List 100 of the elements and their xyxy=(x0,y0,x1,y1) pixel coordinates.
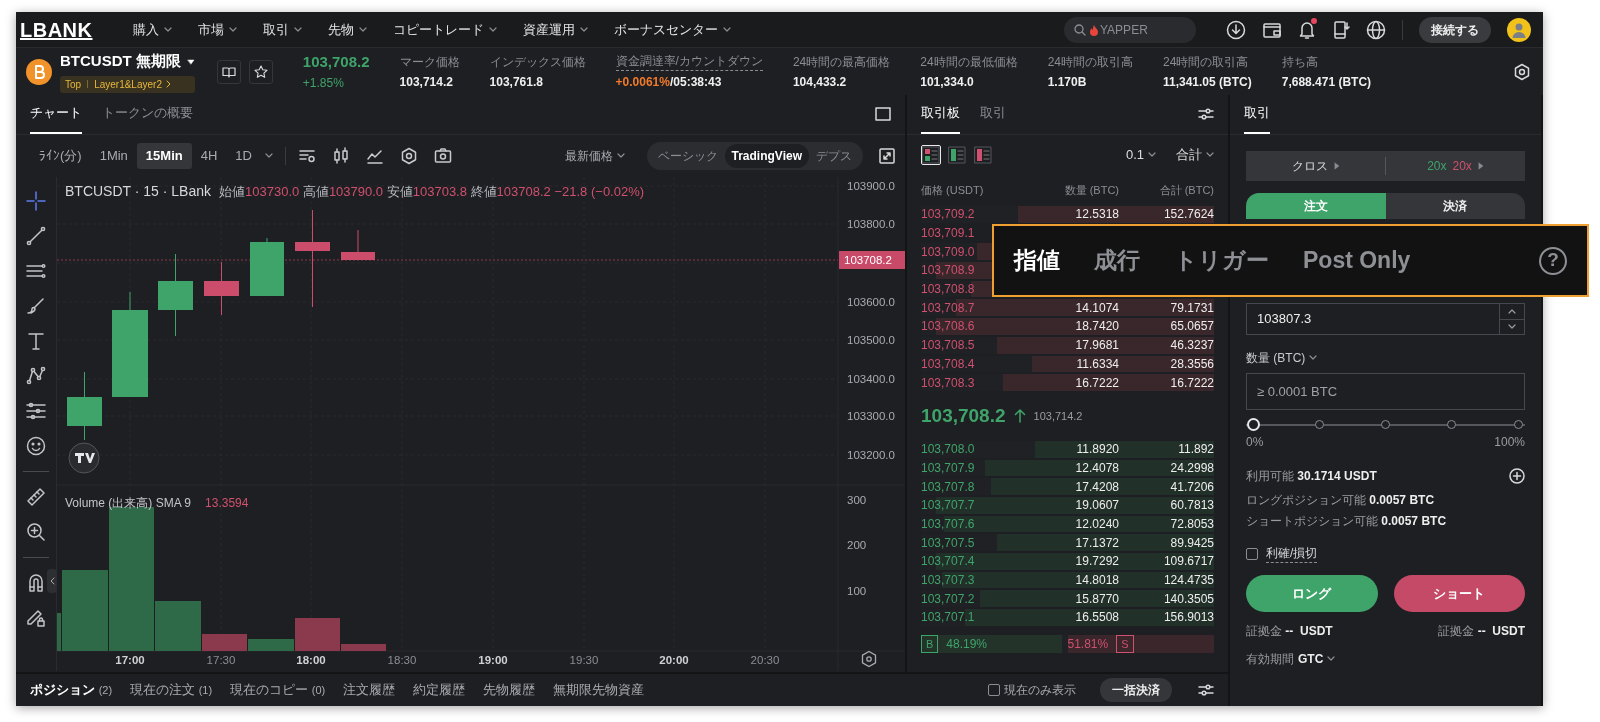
slider-min-label: 0% xyxy=(1246,434,1264,451)
total-mode-dropdown[interactable]: 合計 xyxy=(1170,144,1214,166)
wallet-icon[interactable] xyxy=(1262,20,1282,39)
stat-label: 24時間の取引高 xyxy=(1047,53,1133,71)
sliders-icon[interactable] xyxy=(26,401,46,421)
time-in-force-dropdown[interactable]: 有効期間 GTC xyxy=(1246,650,1336,668)
smiley-icon[interactable] xyxy=(26,436,46,456)
order-type-tab[interactable]: 指値 xyxy=(1014,243,1060,278)
connect-button[interactable]: 接続する xyxy=(1419,16,1491,43)
menu-item[interactable]: 購入 xyxy=(132,19,172,40)
filter-settings-icon[interactable] xyxy=(1198,107,1214,121)
chart-logo-icon[interactable] xyxy=(68,442,100,474)
avatar[interactable] xyxy=(1507,17,1531,42)
price-field[interactable]: 103807.3 xyxy=(1246,303,1499,335)
bottom-tab[interactable]: ポジション (2) xyxy=(30,680,113,700)
interval-tab[interactable]: 4H xyxy=(191,143,227,169)
settings-icon[interactable] xyxy=(1513,62,1531,81)
settings-icon[interactable] xyxy=(861,650,877,668)
search-field[interactable]: YAPPER xyxy=(1064,16,1196,43)
menu-item[interactable]: ボーナスセンター xyxy=(613,19,731,40)
maximize-icon[interactable] xyxy=(875,107,891,121)
view-tab[interactable]: デプス xyxy=(809,144,859,168)
trend-line-icon[interactable] xyxy=(26,226,46,246)
collapse-handle[interactable] xyxy=(47,569,57,593)
fullscreen-icon[interactable] xyxy=(879,148,895,164)
slider-max-label: 100% xyxy=(1494,434,1525,451)
download-icon[interactable] xyxy=(1226,19,1246,40)
panel-tab[interactable]: チャート xyxy=(30,94,82,134)
favorite-button[interactable] xyxy=(248,59,273,84)
ruler-icon[interactable] xyxy=(26,487,46,507)
globe-icon[interactable] xyxy=(1366,19,1386,40)
long-max-info: ロングポジション可能 0.0057 BTC xyxy=(1246,492,1436,509)
bottom-tab[interactable]: 現在の注文 (1) xyxy=(130,680,213,700)
view-tab[interactable]: ベーシック xyxy=(650,144,725,168)
bottom-tab[interactable]: 先物履歴 xyxy=(483,680,536,700)
interval-tab[interactable]: ﾗｲﾝ(分) xyxy=(30,143,91,169)
interval-tab[interactable]: 15Min xyxy=(136,143,192,169)
tag-link[interactable]: Layer1&Layer2 xyxy=(94,76,171,92)
view-tab[interactable]: TradingView xyxy=(724,144,809,168)
stat-label: 24時間の取引高 xyxy=(1163,53,1249,71)
bottom-tab[interactable]: 約定履歴 xyxy=(413,680,466,700)
order-type-tab[interactable]: Post Only xyxy=(1303,243,1411,278)
indicator-icon[interactable] xyxy=(297,147,316,165)
brush-icon[interactable] xyxy=(26,296,46,316)
guide-button[interactable] xyxy=(216,59,241,84)
order-side-tab[interactable]: 決済 xyxy=(1385,193,1525,219)
panel-tab[interactable]: 取引 xyxy=(980,94,1006,134)
symbol-selector[interactable]: BTCUSDT 無期限 xyxy=(60,50,195,73)
crosshair-icon[interactable] xyxy=(26,191,46,211)
quantity-field[interactable]: ≥ 0.0001 BTC xyxy=(1246,373,1525,410)
zoom-in-icon[interactable] xyxy=(26,522,46,542)
precision-dropdown[interactable]: 0.1 xyxy=(1119,144,1162,166)
slider-thumb[interactable] xyxy=(1246,418,1260,431)
order-type-tab[interactable]: トリガー xyxy=(1174,243,1269,278)
price-source-dropdown[interactable]: 最新価格 xyxy=(558,146,631,166)
pencil-lock-icon[interactable] xyxy=(26,608,46,628)
quantity-cell-text: 12.4078 xyxy=(1074,459,1119,477)
menu-item[interactable]: 資産運用 xyxy=(522,19,588,40)
checkbox[interactable] xyxy=(988,684,1000,696)
pattern-icon[interactable] xyxy=(26,366,46,386)
text-icon[interactable] xyxy=(26,331,46,351)
bottom-tab[interactable]: 無期限先物資産 xyxy=(553,680,645,700)
checkbox-label: 現在のみ表示 xyxy=(1004,682,1076,699)
buy-badge: B xyxy=(921,634,939,653)
menu-item[interactable]: コピートレード xyxy=(392,19,497,40)
candlestick-icon[interactable] xyxy=(331,147,350,165)
leverage-button[interactable]: 20x 20x xyxy=(1386,156,1525,176)
quantity-unit-dropdown[interactable]: 数量 (BTC) xyxy=(1246,349,1318,367)
short-button[interactable]: ショート xyxy=(1393,575,1525,612)
line-chart-icon[interactable] xyxy=(365,147,384,165)
camera-icon[interactable] xyxy=(433,147,452,165)
total-cell-text: 79.1731 xyxy=(1169,299,1214,317)
filter-settings-icon[interactable] xyxy=(1198,683,1214,697)
phone-download-icon[interactable] xyxy=(1332,19,1350,40)
logo[interactable]: LBANK xyxy=(20,14,93,45)
star-icon xyxy=(253,64,268,79)
price-axis-label: 103500.0 xyxy=(847,334,895,346)
slider-tick xyxy=(1314,420,1324,429)
menu-item[interactable]: 市場 xyxy=(197,19,237,40)
mark-price: 103,714.2 xyxy=(1033,408,1083,424)
panel-tab[interactable]: 取引 xyxy=(1244,94,1270,134)
menu-item[interactable]: 先物 xyxy=(327,19,367,40)
help-button[interactable]: ? xyxy=(1539,246,1567,275)
checkbox[interactable] xyxy=(1246,547,1258,560)
book-layout-button[interactable] xyxy=(921,145,941,165)
close-all-button[interactable]: 一括決済 xyxy=(1100,678,1172,702)
bell-icon[interactable] xyxy=(1298,19,1316,40)
menu-item[interactable]: 取引 xyxy=(262,19,302,40)
margin-mode-button[interactable]: クロス xyxy=(1246,156,1385,176)
panel-tab[interactable]: 取引板 xyxy=(921,94,960,134)
hexagon-icon[interactable] xyxy=(399,147,418,165)
panel-tab[interactable]: トークンの概要 xyxy=(102,94,193,134)
horizontal-lines-icon[interactable] xyxy=(26,261,46,281)
interval-tab[interactable]: 1Min xyxy=(90,143,137,169)
add-funds-icon[interactable] xyxy=(1509,468,1525,484)
order-type-tab[interactable]: 成行 xyxy=(1094,243,1140,278)
interval-tab[interactable]: 1D xyxy=(226,143,261,169)
bottom-tab[interactable]: 現在のコピー (0) xyxy=(230,680,326,700)
bottom-tab[interactable]: 注文履歴 xyxy=(343,680,396,700)
magnet-icon[interactable] xyxy=(26,573,46,593)
